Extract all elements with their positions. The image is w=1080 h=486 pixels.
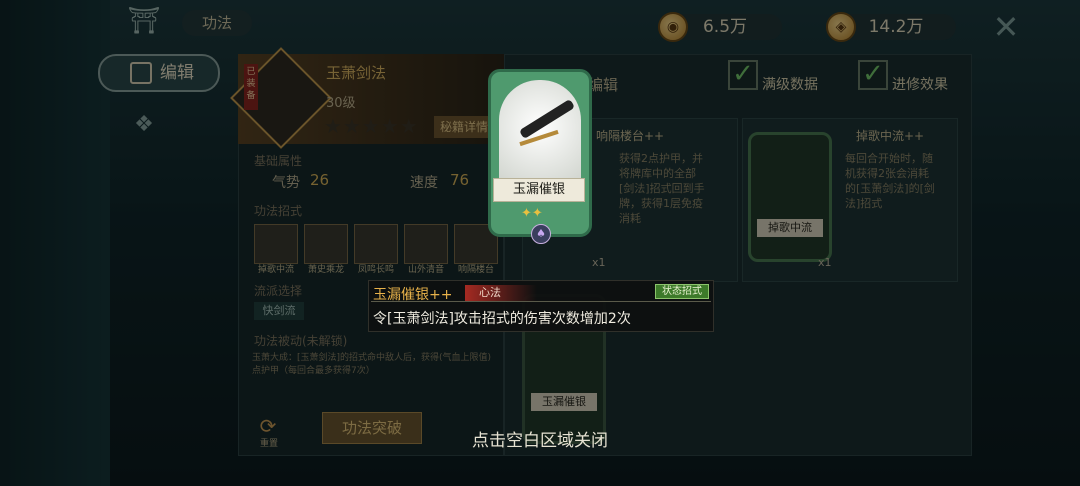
card-tooltip: 玉漏催银++ 心法 状态招式 令[玉萧剑法]攻击招式的伤害次数增加2次 xyxy=(368,280,714,332)
tooltip-type-tag: 心法 xyxy=(465,285,537,301)
tooltip-subtag: 状态招式 xyxy=(655,284,709,299)
mana-cost-icon: ♠ xyxy=(531,224,551,244)
featured-card-label: 玉漏催银 xyxy=(493,178,585,202)
featured-card: 玉漏催银 ✦✦ ♠ xyxy=(488,69,592,244)
upgrade-gems-icon: ✦✦ xyxy=(521,206,543,221)
close-hint: 点击空白区域关闭 xyxy=(472,431,608,451)
card-art xyxy=(499,80,581,184)
tooltip-description: 令[玉萧剑法]攻击招式的伤害次数增加2次 xyxy=(373,311,631,327)
tooltip-divider xyxy=(371,301,711,302)
